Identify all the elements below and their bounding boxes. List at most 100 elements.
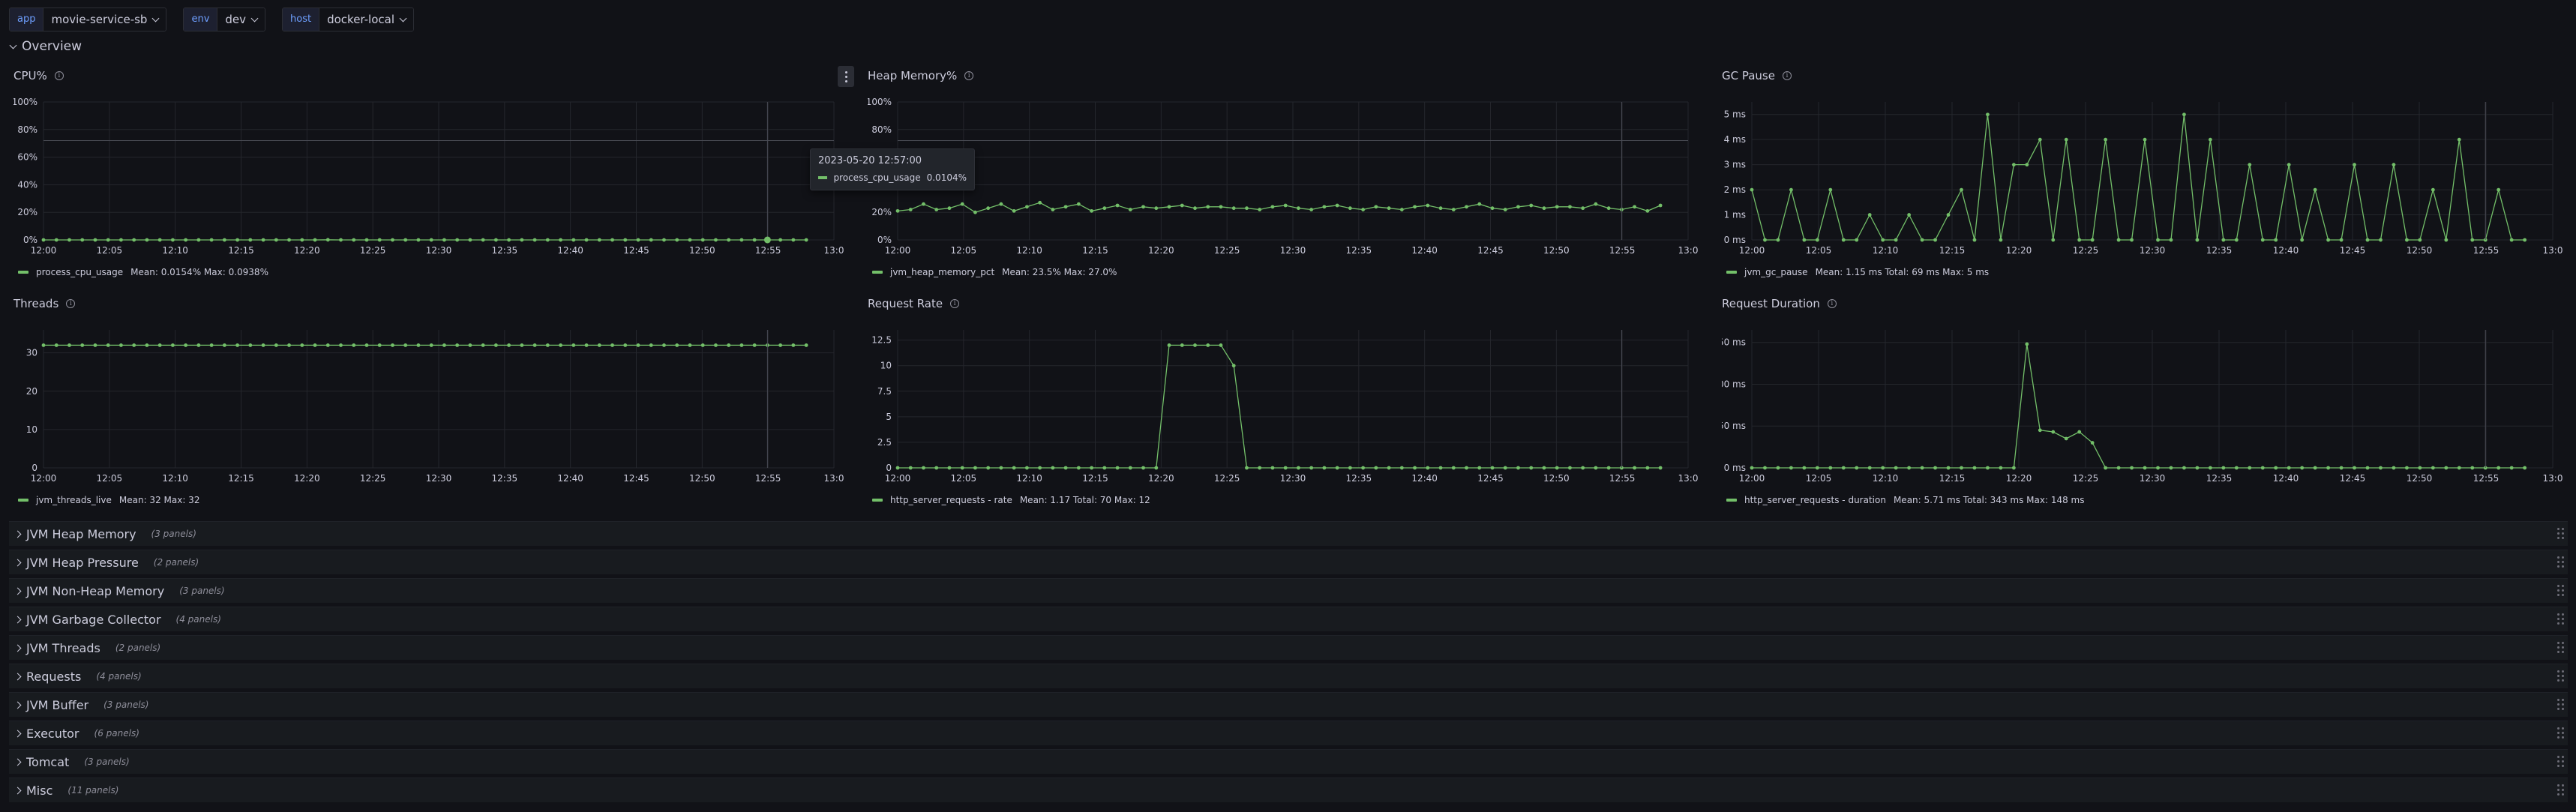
legend[interactable]: http_server_requests - duration Mean: 5.7… [1726, 495, 2084, 505]
data-point [610, 238, 614, 242]
drag-handle-icon[interactable] [2557, 528, 2565, 540]
panel-gc-pause[interactable]: GC Pause i 0 ms 1 ms 2 ms 3 ms 4 ms 5 ms 12:00 1… [1722, 69, 2565, 279]
data-point [1828, 466, 1833, 470]
row-collapsed[interactable]: JVM Garbage Collector (4 panels) [9, 607, 2568, 631]
legend[interactable]: process_cpu_usage Mean: 0.0154% Max: 0.09… [18, 267, 268, 277]
variable-host[interactable]: host docker-local [282, 7, 415, 31]
panel-menu-button[interactable] [838, 66, 854, 87]
data-point [416, 343, 421, 347]
row-panel-count: (4 panels) [175, 614, 221, 625]
variable-host-select[interactable]: docker-local [319, 8, 414, 31]
row-collapsed[interactable]: JVM Threads (2 panels) [9, 635, 2568, 660]
legend[interactable]: jvm_gc_pause Mean: 1.15 ms Total: 69 ms M… [1726, 267, 1989, 277]
variable-env-select[interactable]: dev [217, 8, 265, 31]
data-point [1335, 466, 1339, 470]
data-point [274, 238, 278, 242]
data-point [2208, 466, 2212, 470]
data-point [300, 343, 304, 347]
row-collapsed[interactable]: Requests (4 panels) [9, 664, 2568, 688]
data-point [2326, 238, 2330, 242]
info-icon[interactable]: i [66, 299, 76, 308]
data-point [597, 343, 601, 347]
data-point [2064, 436, 2068, 441]
panel-request-rate[interactable]: Request Rate i 0 2.5 5 7.5 10 12.5 12:00 12:05 12… [868, 297, 1700, 507]
data-point [1374, 466, 1378, 470]
data-point [649, 238, 653, 242]
drag-handle-icon[interactable] [2557, 585, 2565, 597]
data-point [184, 343, 188, 347]
panel-cpu[interactable]: CPU% i 0% 20% 40% 60% 80% 100% 12:00 12:05 12:10 1… [13, 69, 846, 279]
drag-handle-icon[interactable] [2557, 670, 2565, 682]
request-rate-chart[interactable]: 0 2.5 5 7.5 10 12.5 12:00 12:05 12:10 12:15 12:20 1… [868, 324, 1700, 496]
data-point [1920, 238, 1924, 242]
dot [844, 79, 847, 82]
y-tick-label: 20% [871, 207, 892, 217]
data-point [700, 343, 705, 347]
info-icon[interactable]: i [964, 71, 974, 80]
legend[interactable]: jvm_threads_live Mean: 32 Max: 32 [18, 495, 199, 505]
heap-memory-chart[interactable]: 0%20%40%60%80%100%12:0012:0512:1012:1512… [868, 96, 1700, 268]
panel-threads[interactable]: Threads i 0 10 20 30 12:00 12:05 12:10 12:15 12:2… [13, 297, 846, 507]
data-point [507, 343, 511, 347]
data-point [1907, 213, 1912, 217]
data-point [287, 343, 291, 347]
x-tick-label: 12:35 [2206, 245, 2233, 256]
drag-handle-icon[interactable] [2557, 784, 2565, 796]
data-point [416, 238, 421, 242]
variable-app[interactable]: app movie-service-sb [9, 7, 167, 31]
x-tick-label: 12:55 [2473, 245, 2500, 256]
drag-handle-icon[interactable] [2557, 556, 2565, 568]
x-tick-label: 12:25 [360, 473, 386, 484]
cpu-chart[interactable]: 0% 20% 40% 60% 80% 100% 12:00 12:05 12:10 12:15 12… [13, 96, 846, 268]
data-point [1881, 466, 1885, 470]
legend[interactable]: jvm_heap_memory_pct Mean: 23.5% Max: 27.0… [872, 267, 1117, 277]
drag-handle-icon[interactable] [2557, 642, 2565, 654]
info-icon[interactable]: i [54, 71, 64, 80]
row-collapsed[interactable]: JVM Heap Memory (3 panels) [9, 521, 2568, 546]
drag-handle-icon[interactable] [2557, 699, 2565, 711]
data-point [1815, 238, 1819, 242]
variable-env[interactable]: env dev [183, 7, 266, 31]
data-point [1374, 205, 1378, 209]
y-tick-label: 0 ms [1724, 463, 1746, 473]
info-icon[interactable]: i [950, 299, 960, 308]
row-collapsed[interactable]: JVM Buffer (3 panels) [9, 692, 2568, 717]
drag-handle-icon[interactable] [2557, 727, 2565, 739]
data-point [1465, 205, 1468, 209]
variable-app-value: movie-service-sb [51, 13, 148, 26]
legend[interactable]: http_server_requests - rate Mean: 1.17 To… [872, 495, 1150, 505]
data-point [895, 208, 900, 213]
panel-request-duration[interactable]: Request Duration i 0 ms 50 ms 100 ms 150 ms 1… [1722, 297, 2565, 507]
row-collapsed[interactable]: JVM Non-Heap Memory (3 panels) [9, 578, 2568, 603]
gc-pause-chart[interactable]: 0 ms 1 ms 2 ms 3 ms 4 ms 5 ms 12:00 12:05 12:10 1… [1722, 96, 2565, 268]
y-tick-label: 0% [23, 235, 37, 245]
x-tick-label: 12:15 [1082, 473, 1108, 484]
drag-handle-icon[interactable] [2557, 613, 2565, 625]
row-collapsed[interactable]: JVM Heap Pressure (2 panels) [9, 550, 2568, 574]
x-tick-label: 12:00 [1739, 473, 1765, 484]
row-overview-header[interactable]: Overview [9, 39, 82, 54]
data-point [597, 238, 601, 242]
x-tick-label: 12:55 [755, 245, 781, 256]
drag-handle-icon[interactable] [2557, 756, 2565, 768]
panel-heap-memory[interactable]: Heap Memory%i 0%20%40%60%80%100%12:0012:… [868, 69, 1700, 279]
row-collapsed[interactable]: Tomcat (3 panels) [9, 749, 2568, 774]
request-duration-chart[interactable]: 0 ms 50 ms 100 ms 150 ms 12:00 12:05 12:10 12:1… [1722, 324, 2565, 496]
data-point [1270, 205, 1275, 209]
row-collapsed[interactable]: Misc (11 panels) [9, 778, 2568, 802]
info-icon[interactable]: i [1782, 71, 1792, 80]
data-point [2497, 466, 2501, 470]
data-point [1594, 202, 1598, 206]
threads-chart[interactable]: 0 10 20 30 12:00 12:05 12:10 12:15 12:20 12:25 12:… [13, 324, 846, 496]
data-point [1594, 466, 1598, 470]
row-title: JVM Garbage Collector [26, 612, 161, 627]
legend-stats: Mean: 5.71 ms Total: 343 ms Max: 148 ms [1893, 495, 2085, 505]
data-point [170, 238, 175, 242]
data-point [1451, 208, 1456, 211]
info-icon[interactable]: i [1827, 299, 1837, 308]
data-point [67, 343, 71, 347]
row-collapsed[interactable]: Executor (6 panels) [9, 721, 2568, 745]
x-tick-label: 12:45 [1477, 245, 1504, 256]
variable-app-select[interactable]: movie-service-sb [43, 8, 166, 31]
data-point [1426, 203, 1430, 208]
